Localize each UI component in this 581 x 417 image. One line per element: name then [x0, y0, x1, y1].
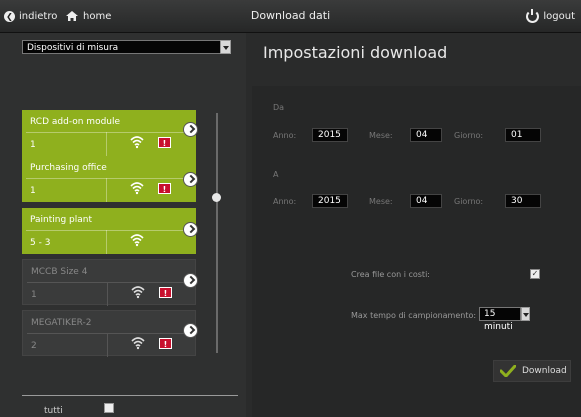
from-year-label: Anno:: [273, 131, 297, 140]
divider: [27, 333, 191, 334]
checkmark-icon: [500, 365, 516, 377]
download-label: Download: [522, 366, 567, 376]
page-title: Download dati: [250, 9, 331, 22]
device-value: 5 - 3: [30, 238, 51, 248]
device-category-value: Dispositivi di misura: [27, 43, 119, 53]
to-month-label: Mese:: [369, 197, 393, 206]
divider: [27, 282, 191, 283]
device-name: MCCB Size 4: [31, 267, 88, 277]
to-year-label: Anno:: [273, 197, 297, 206]
divider: [26, 178, 192, 179]
from-month-label: Mese:: [369, 131, 393, 140]
max-sampling-select[interactable]: 15 minuti: [479, 307, 530, 332]
divider: [106, 230, 107, 254]
wifi-icon: [131, 286, 145, 299]
wifi-icon: [130, 136, 144, 149]
to-section-label: A: [273, 170, 279, 179]
device-name: RCD add-on module: [30, 117, 121, 127]
cost-file-label: Crea file con i costi:: [351, 270, 430, 279]
device-list-scrollbar[interactable]: [216, 113, 218, 353]
logout-button[interactable]: logout: [526, 0, 575, 32]
alarm-icon: !: [159, 338, 172, 349]
wifi-icon: [131, 337, 145, 350]
divider: [106, 132, 107, 156]
scrollbar-thumb[interactable]: [212, 193, 221, 202]
device-card[interactable]: Painting plant 5 - 3: [22, 208, 196, 254]
divider: [107, 282, 108, 306]
top-bar: ❮ indietro home Download dati logout: [0, 0, 581, 33]
to-day-label: Giorno:: [454, 197, 484, 206]
device-open-button[interactable]: [183, 273, 198, 288]
from-section-label: Da: [273, 103, 285, 112]
device-card[interactable]: Purchasing office 1 !: [22, 156, 196, 202]
settings-title: Impostazioni download: [263, 43, 448, 62]
alarm-icon: !: [158, 183, 171, 194]
chevron-down-icon[interactable]: [220, 40, 231, 54]
select-all-label: tutti: [44, 406, 63, 416]
from-month-field[interactable]: 04: [410, 128, 442, 142]
wifi-icon: [130, 234, 144, 247]
device-card[interactable]: MEGATIKER-2 2 !: [22, 310, 196, 357]
device-card[interactable]: MCCB Size 4 1 !: [22, 259, 196, 306]
select-all-checkbox[interactable]: [104, 403, 114, 413]
download-button[interactable]: Download: [493, 360, 571, 382]
to-month-field[interactable]: 04: [410, 194, 442, 208]
to-day-field[interactable]: 30: [505, 194, 541, 208]
device-name: MEGATIKER-2: [31, 318, 92, 328]
from-year-field[interactable]: 2015: [312, 128, 348, 142]
device-open-button[interactable]: [183, 323, 198, 338]
divider: [107, 333, 108, 357]
device-value: 2: [31, 341, 37, 351]
device-open-button[interactable]: [183, 172, 198, 187]
device-value: 1: [30, 186, 36, 196]
power-icon: [526, 8, 540, 23]
chevron-down-icon[interactable]: [521, 307, 530, 321]
to-year-field[interactable]: 2015: [312, 194, 348, 208]
cost-file-checkbox[interactable]: ✓: [530, 269, 540, 279]
max-sampling-label: Max tempo di campionamento:: [351, 311, 477, 320]
wifi-icon: [130, 182, 144, 195]
alarm-icon: !: [159, 287, 172, 298]
divider: [26, 132, 192, 133]
device-open-button[interactable]: [183, 222, 198, 237]
device-category-select[interactable]: Dispositivi di misura: [22, 40, 231, 54]
max-sampling-value: 15 minuti: [484, 309, 513, 332]
divider: [106, 178, 107, 202]
device-value: 1: [30, 140, 36, 150]
from-day-field[interactable]: 01: [505, 128, 541, 142]
divider: [22, 395, 238, 396]
device-open-button[interactable]: [183, 122, 198, 137]
device-panel: Dispositivi di misura RCD add-on module …: [0, 33, 246, 417]
logout-label: logout: [543, 10, 575, 22]
device-name: Purchasing office: [30, 163, 107, 173]
divider: [26, 230, 192, 231]
device-card[interactable]: RCD add-on module 1 !: [22, 110, 196, 156]
device-name: Painting plant: [30, 215, 93, 225]
from-day-label: Giorno:: [454, 131, 484, 140]
device-value: 1: [31, 290, 37, 300]
alarm-icon: !: [158, 137, 171, 148]
